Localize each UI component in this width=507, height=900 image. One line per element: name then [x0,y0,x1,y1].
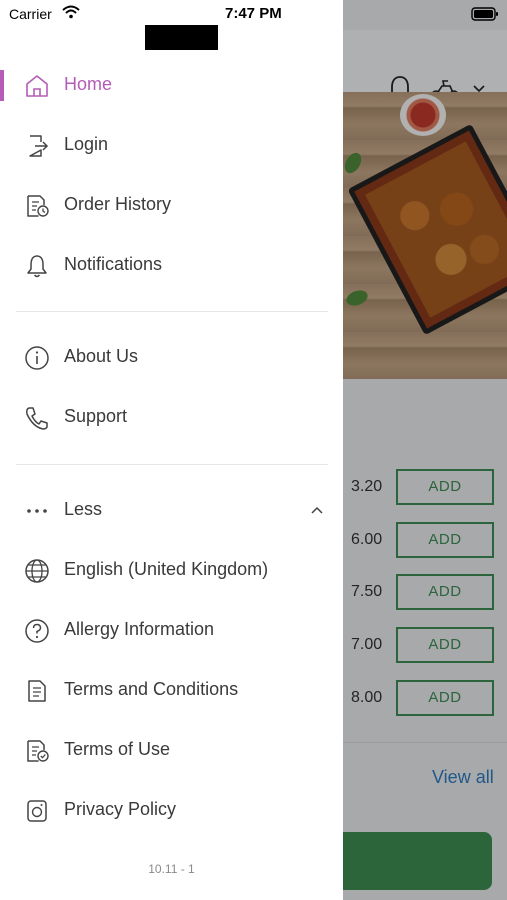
menu-item-support[interactable]: Support [0,392,343,444]
menu-item-label: English (United Kingdom) [64,559,269,579]
document-check-icon [27,740,49,762]
login-icon [29,135,49,157]
menu-divider [16,464,328,465]
menu-item-label: Notifications [64,254,163,274]
menu-item-label: Privacy Policy [64,799,177,819]
menu-item-label: Home [64,74,113,94]
menu-item-language[interactable]: English (United Kingdom) [0,545,343,597]
privacy-icon [27,800,47,822]
menu-item-terms-and-conditions[interactable]: Terms and Conditions [0,665,343,717]
menu-item-home[interactable]: Home [0,60,343,112]
carrier-label: Carrier [9,6,52,22]
menu-item-less-toggle[interactable]: Less [0,485,343,537]
menu-item-label: Less [64,499,103,519]
menu-item-notifications[interactable]: Notifications [0,240,343,292]
menu-item-label: Terms and Conditions [64,679,239,699]
menu-item-terms-of-use[interactable]: Terms of Use [0,725,343,777]
menu-item-allergy-information[interactable]: Allergy Information [0,605,343,657]
menu-item-label: Order History [64,194,172,214]
menu-item-privacy-policy[interactable]: Privacy Policy [0,785,343,837]
phone-icon [26,407,48,430]
bell-icon [27,255,47,278]
menu-item-label: Support [64,406,128,426]
more-dots-icon [27,509,47,513]
battery-icon [471,7,498,21]
chevron-up-icon [311,506,323,514]
redacted-block [145,25,218,50]
menu-item-login[interactable]: Login [0,120,343,172]
menu-item-label: Allergy Information [64,619,215,639]
menu-item-label: About Us [64,346,139,366]
clock: 7:47 PM [225,5,282,22]
globe-icon [25,559,49,583]
order-history-icon [27,195,49,217]
question-circle-icon [25,619,49,643]
menu-item-label: Login [64,134,109,154]
app-version: 10.11 - 1 [148,862,195,876]
menu-divider [16,311,328,312]
navigation-drawer: Home Login Order History Notifications A… [0,0,343,900]
menu-item-about-us[interactable]: About Us [0,332,343,384]
status-bar: Carrier 7:47 PM [0,0,507,30]
menu-item-order-history[interactable]: Order History [0,180,343,232]
wifi-icon [62,5,80,19]
menu-item-label: Terms of Use [64,739,171,759]
document-icon [28,680,46,702]
home-icon [26,75,48,97]
info-icon [25,346,49,370]
